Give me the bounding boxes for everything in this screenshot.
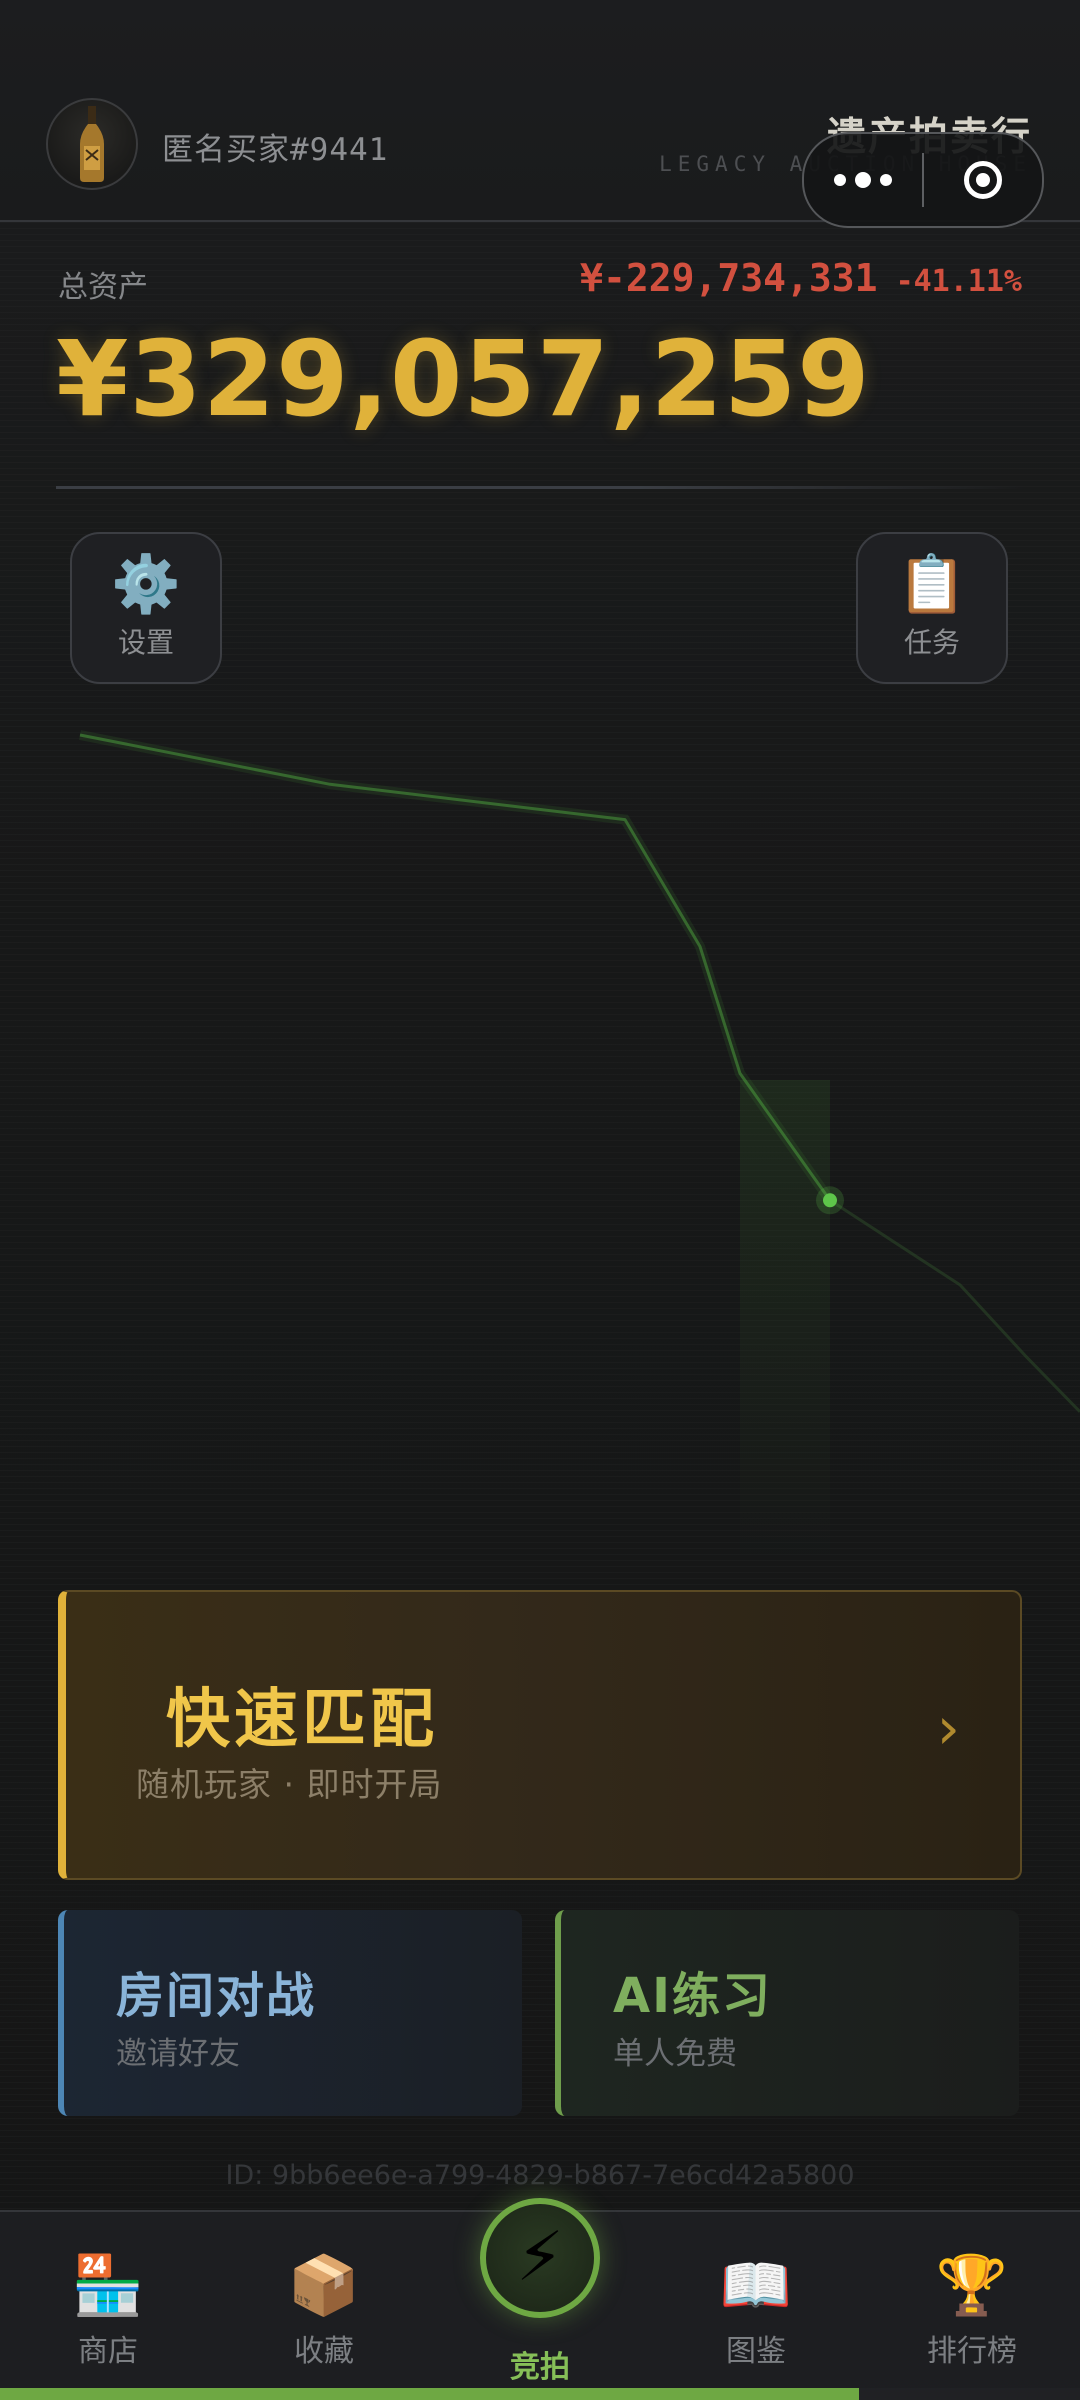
wine-bottle-icon xyxy=(80,106,104,182)
progress-bar xyxy=(0,2388,1080,2400)
ai-practice-title: AI练习 xyxy=(613,1968,773,2024)
total-assets-label: 总资产 xyxy=(58,270,148,305)
miniprogram-capsule xyxy=(802,132,1044,228)
asset-history-chart xyxy=(0,700,1080,1560)
trophy-icon: 🏆 xyxy=(935,2251,1009,2319)
room-battle-subtitle: 邀请好友 xyxy=(116,2036,240,2072)
progress-fill xyxy=(0,2388,859,2400)
nav-collection-label: 收藏 xyxy=(294,2334,354,2369)
lightning-icon: ⚡ xyxy=(480,2198,600,2318)
settings-label: 设置 xyxy=(117,626,174,659)
nav-auction-label: 竞拍 xyxy=(510,2350,570,2385)
more-dot-icon xyxy=(880,174,892,186)
nav-atlas[interactable]: 📖 图鉴 xyxy=(676,2252,836,2372)
gear-icon: ⚙️ xyxy=(111,552,181,617)
app-screen: 匿名买家#9441 遗产拍卖行 LEGACY AUCTION HOUSE 总资产… xyxy=(0,0,1080,2400)
bottom-navigation: 🏪 商店 📦 收藏 ⚡ 竞拍 📖 图鉴 🏆 排行榜 xyxy=(0,2198,1080,2400)
ai-practice-button[interactable]: AI练习 单人免费 xyxy=(555,1910,1019,2116)
nav-auction[interactable]: ⚡ 竞拍 xyxy=(460,2198,620,2392)
quick-match-subtitle: 随机玩家 · 即时开局 xyxy=(136,1765,443,1804)
total-assets-value: ¥329,057,259 xyxy=(56,318,871,440)
chart-series-line xyxy=(79,733,832,1202)
close-miniprogram-button[interactable] xyxy=(924,134,1042,226)
store-icon: 🏪 xyxy=(71,2251,145,2319)
divider xyxy=(56,486,1024,489)
nav-collection[interactable]: 📦 收藏 xyxy=(244,2252,404,2372)
chevron-right-icon: › xyxy=(936,1694,960,1762)
nav-shop-label: 商店 xyxy=(78,2334,138,2369)
avatar[interactable] xyxy=(46,98,138,190)
top-header: 匿名买家#9441 遗产拍卖行 LEGACY AUCTION HOUSE xyxy=(0,0,1080,228)
nav-rank[interactable]: 🏆 排行榜 xyxy=(892,2252,1052,2372)
asset-change-percent: -41.11% xyxy=(895,264,1022,299)
room-battle-button[interactable]: 房间对战 邀请好友 xyxy=(58,1910,522,2116)
asset-line-chart xyxy=(79,730,1080,1560)
tasks-label: 任务 xyxy=(903,626,960,659)
target-circle-icon xyxy=(964,161,1002,199)
quick-match-button[interactable]: 快速匹配 随机玩家 · 即时开局 › xyxy=(58,1590,1022,1880)
asset-change: ¥-229,734,331 -41.11% xyxy=(580,256,1022,300)
tasks-button[interactable]: 📋 任务 xyxy=(856,532,1008,684)
chart-series-line-faded xyxy=(829,1199,1080,1413)
chart-current-point xyxy=(823,1193,837,1208)
room-battle-title: 房间对战 xyxy=(116,1968,317,2024)
nav-shop[interactable]: 🏪 商店 xyxy=(28,2252,188,2372)
user-id-text: ID: 9bb6ee6e-a799-4829-b867-7e6cd42a5800 xyxy=(225,2160,855,2191)
more-dot-icon xyxy=(834,174,846,186)
package-icon: 📦 xyxy=(287,2251,361,2319)
nav-atlas-label: 图鉴 xyxy=(726,2334,786,2369)
chart-line-glow xyxy=(79,730,835,1204)
ai-practice-subtitle: 单人免费 xyxy=(613,2036,737,2072)
settings-button[interactable]: ⚙️ 设置 xyxy=(70,532,222,684)
nav-rank-label: 排行榜 xyxy=(927,2334,1017,2369)
quick-match-title: 快速匹配 xyxy=(166,1683,438,1757)
more-dot-icon xyxy=(855,172,871,188)
book-icon: 📖 xyxy=(719,2251,793,2319)
username: 匿名买家#9441 xyxy=(162,132,389,168)
clipboard-icon: 📋 xyxy=(897,552,967,617)
asset-change-amount: ¥-229,734,331 xyxy=(580,256,878,300)
more-menu-button[interactable] xyxy=(804,134,922,226)
chart-highlight-band xyxy=(740,1080,830,1560)
